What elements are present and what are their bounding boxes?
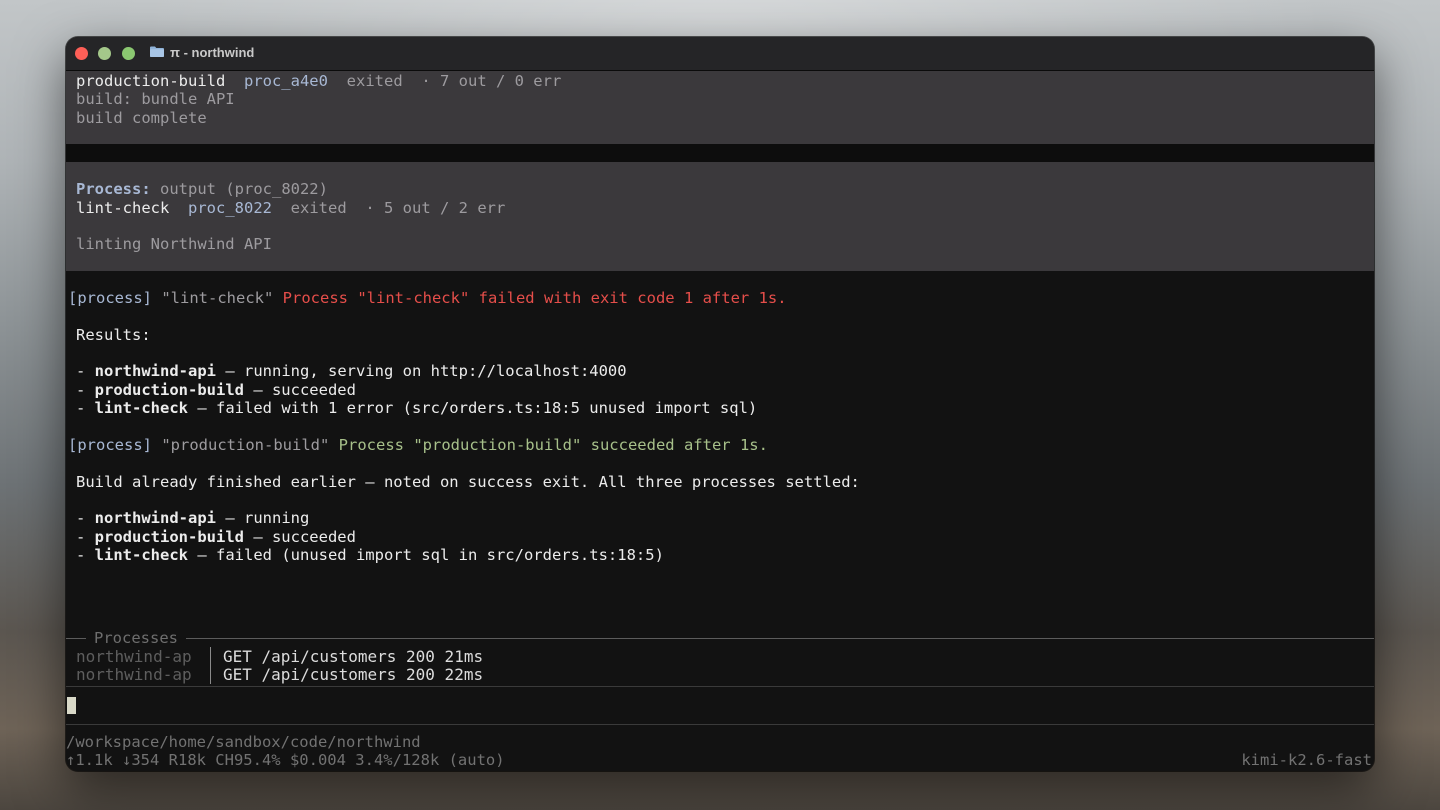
notice-tag: [process] <box>68 435 152 454</box>
process-name: lint-check <box>76 198 170 217</box>
status-bar: /workspace/home/sandbox/code/northwind ↑… <box>66 733 1374 770</box>
list-item: - lint-check — failed (unused import sql… <box>76 546 664 565</box>
process-output-title: output (proc_8022) <box>160 180 328 199</box>
summary-text: Build already finished earlier — noted o… <box>76 472 860 491</box>
process-log-name: northwind-ap <box>76 665 192 685</box>
working-directory: /workspace/home/sandbox/code/northwind <box>66 733 421 751</box>
status-stats-row: ↑1.1k ↓354 R18k CH95.4% $0.004 3.4%/128k… <box>66 751 1374 769</box>
process-output-text: linting Northwind API <box>76 235 272 254</box>
process-log-row: northwind-ap GET /api/customers 200 21ms <box>66 647 1374 666</box>
process-output-header: Process: output (proc_8022) <box>76 180 1364 198</box>
usage-stats: ↑1.1k ↓354 R18k CH95.4% $0.004 3.4%/128k… <box>66 751 505 770</box>
process-log-name: northwind-ap <box>76 647 192 666</box>
notice-tag: [process] <box>68 288 152 307</box>
terminal-window: π - northwind production-build proc_a4e0… <box>66 37 1374 771</box>
process-counts: · 5 out / 2 err <box>365 198 506 217</box>
process-status-line: lint-check proc_8022 exited · 5 out / 2 … <box>76 199 1364 217</box>
notice-target: "production-build" <box>161 435 330 454</box>
window-title: π - northwind <box>170 45 255 60</box>
process-output-block: Process: output (proc_8022) lint-check p… <box>66 162 1374 271</box>
list-item: - northwind-api — running, serving on ht… <box>76 362 627 381</box>
notice-message: Process "lint-check" failed with exit co… <box>282 288 787 307</box>
process-label: Process: <box>76 180 151 199</box>
prompt-input[interactable] <box>66 686 1374 725</box>
process-state: exited <box>290 198 347 217</box>
divider <box>66 638 1374 639</box>
process-id: proc_8022 <box>188 198 272 217</box>
zoom-button[interactable] <box>122 47 135 60</box>
minimize-button[interactable] <box>98 47 111 60</box>
process-log-message: GET /api/customers 200 21ms <box>223 647 484 666</box>
process-log-message: GET /api/customers 200 22ms <box>223 665 484 685</box>
list-item: - production-build — succeeded <box>76 527 356 546</box>
processes-panel-header: Processes <box>66 629 1374 648</box>
process-counts: · 7 out / 0 err <box>421 72 562 90</box>
divider <box>210 665 211 684</box>
divider <box>210 647 211 666</box>
process-notice: [process] "production-build" Process "pr… <box>68 436 1374 454</box>
block-separator <box>66 144 1374 163</box>
terminal-content: production-build proc_a4e0 exited · 7 ou… <box>66 71 1374 565</box>
processes-panel: Processes northwind-ap GET /api/customer… <box>66 629 1374 684</box>
process-status-line: production-build proc_a4e0 exited · 7 ou… <box>76 72 1364 90</box>
list-item: - production-build — succeeded <box>76 380 356 399</box>
conversation-area: [process] "lint-check" Process "lint-che… <box>66 271 1374 565</box>
process-name: production-build <box>76 72 226 90</box>
process-log-row: northwind-ap GET /api/customers 200 22ms <box>66 665 1374 685</box>
process-id: proc_a4e0 <box>243 72 328 90</box>
list-item: - lint-check — failed with 1 error (src/… <box>76 399 758 418</box>
process-notice: [process] "lint-check" Process "lint-che… <box>68 289 1374 307</box>
results-heading: Results: <box>76 325 151 344</box>
close-button[interactable] <box>75 47 88 60</box>
list-item: - northwind-api — running <box>76 509 310 528</box>
text-cursor <box>67 697 76 714</box>
model-name: kimi-k2.6-fast <box>1241 751 1372 770</box>
processes-panel-title: Processes <box>86 629 186 648</box>
notice-message: Process "production-build" succeeded aft… <box>338 435 768 454</box>
output-line: build: bundle API <box>76 90 235 109</box>
folder-icon <box>150 46 164 57</box>
output-line: build complete <box>76 108 207 127</box>
process-state: exited <box>346 72 403 90</box>
notice-target: "lint-check" <box>161 288 274 307</box>
production-build-output-block: production-build proc_a4e0 exited · 7 ou… <box>66 71 1374 145</box>
title-bar: π - northwind <box>66 37 1374 71</box>
